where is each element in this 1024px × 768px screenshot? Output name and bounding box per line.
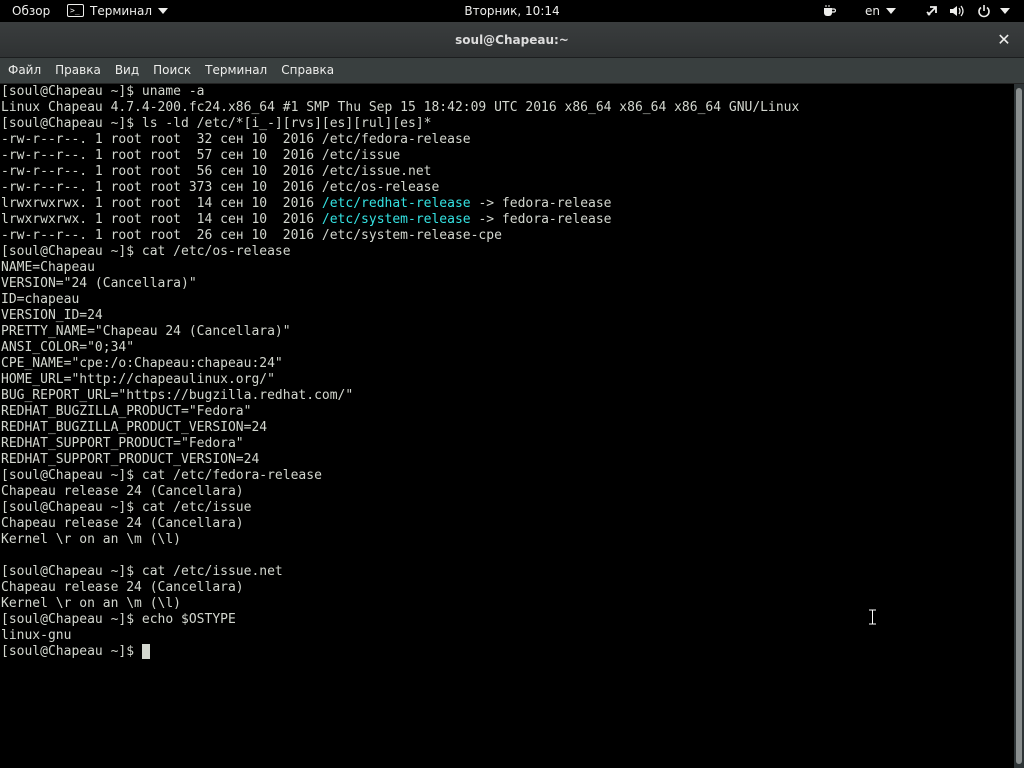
keyboard-layout-button[interactable]: en — [865, 0, 896, 22]
terminal-line: ANSI_COLOR="0;34" — [1, 340, 135, 355]
terminal-line: Chapeau release 24 (Cancellara) — [1, 580, 244, 595]
terminal-line: VERSION_ID=24 — [1, 308, 103, 323]
scrollbar-thumb[interactable] — [1016, 88, 1022, 764]
terminal-line: REDHAT_BUGZILLA_PRODUCT="Fedora" — [1, 404, 252, 419]
chevron-down-icon — [1000, 7, 1011, 14]
terminal-line: -rw-r--r--. 1 root root 26 сен 10 2016 /… — [1, 228, 502, 243]
menu-view[interactable]: Вид — [107, 58, 145, 83]
terminal-line: REDHAT_BUGZILLA_PRODUCT_VERSION=24 — [1, 420, 268, 435]
terminal-line: Chapeau release 24 (Cancellara) — [1, 516, 244, 531]
text-cursor — [141, 644, 150, 659]
power-icon — [977, 4, 990, 17]
terminal-text: -> fedora-release — [470, 196, 612, 211]
terminal-line: -rw-r--r--. 1 root root 32 сен 10 2016 /… — [1, 132, 471, 147]
terminal-line: Kernel \r on an \m (\l) — [1, 532, 182, 547]
terminal-line: [soul@Chapeau ~]$ echo $OSTYPE — [1, 612, 236, 627]
keyboard-layout-label: en — [865, 4, 880, 18]
clock[interactable]: Вторник, 10:14 — [464, 4, 559, 18]
terminal-prompt-line[interactable]: [soul@Chapeau ~]$ — [0, 644, 1014, 660]
terminal-line: lrwxrwxrwx. 1 root root 14 сен 10 2016 /… — [0, 196, 1014, 212]
terminal-line: NAME=Chapeau — [1, 260, 95, 275]
terminal-line: Kernel \r on an \m (\l) — [1, 596, 182, 611]
terminal-line: [soul@Chapeau ~]$ uname -a — [1, 84, 205, 99]
system-menu-button[interactable] — [925, 0, 1011, 22]
window-title: soul@Chapeau:~ — [455, 33, 569, 47]
terminal-line: [soul@Chapeau ~]$ cat /etc/fedora-releas… — [1, 468, 322, 483]
chevron-down-icon — [886, 7, 896, 14]
terminal-text: lrwxrwxrwx. 1 root root 14 сен 10 2016 — [1, 196, 322, 211]
terminal-prompt: [soul@Chapeau ~]$ — [1, 644, 142, 659]
terminal-line: -rw-r--r--. 1 root root 57 сен 10 2016 /… — [1, 148, 401, 163]
menu-edit[interactable]: Правка — [47, 58, 107, 83]
terminal-line: HOME_URL="http://chapeaulinux.org/" — [1, 372, 275, 387]
terminal-line: Chapeau release 24 (Cancellara) — [1, 484, 244, 499]
terminal-line: CPE_NAME="cpe:/o:Chapeau:chapeau:24" — [1, 356, 283, 371]
terminal-line: [soul@Chapeau ~]$ cat /etc/os-release — [1, 244, 291, 259]
top-bar: Обзор >_ Терминал Вторник, 10:14 en — [0, 0, 1024, 22]
terminal-output[interactable]: [soul@Chapeau ~]$ uname -a Linux Chapeau … — [0, 84, 1014, 768]
network-icon — [926, 5, 937, 16]
symlink-path: /etc/redhat-release — [321, 196, 471, 211]
terminal-line: [soul@Chapeau ~]$ cat /etc/issue.net — [1, 564, 283, 579]
terminal-line: [soul@Chapeau ~]$ ls -ld /etc/*[i_-][rvs… — [1, 116, 432, 131]
terminal-line: Linux Chapeau 4.7.4-200.fc24.x86_64 #1 S… — [1, 100, 800, 115]
volume-icon — [949, 5, 964, 16]
scrollbar[interactable] — [1014, 84, 1024, 768]
terminal-lines: [soul@Chapeau ~]$ uname -a Linux Chapeau … — [0, 84, 1014, 644]
terminal-line: linux-gnu — [1, 628, 72, 643]
terminal-line: [soul@Chapeau ~]$ cat /etc/issue — [1, 500, 252, 515]
terminal-line: ID=chapeau — [1, 292, 80, 307]
terminal-text: -> fedora-release — [470, 212, 612, 227]
close-icon[interactable]: ✕ — [994, 30, 1014, 50]
menu-bar: Файл Правка Вид Поиск Терминал Справка — [0, 58, 1024, 84]
terminal-line: BUG_REPORT_URL="https://bugzilla.redhat.… — [1, 388, 354, 403]
menu-file[interactable]: Файл — [0, 58, 47, 83]
terminal-line: -rw-r--r--. 1 root root 373 сен 10 2016 … — [1, 180, 440, 195]
terminal-line: VERSION="24 (Cancellara)" — [1, 276, 197, 291]
terminal-line: PRETTY_NAME="Chapeau 24 (Cancellara)" — [1, 324, 291, 339]
menu-help[interactable]: Справка — [273, 58, 340, 83]
menu-search[interactable]: Поиск — [145, 58, 197, 83]
symlink-path: /etc/system-release — [321, 212, 471, 227]
terminal-line: lrwxrwxrwx. 1 root root 14 сен 10 2016 /… — [0, 212, 1014, 228]
menu-terminal[interactable]: Терминал — [197, 58, 273, 83]
terminal-line: REDHAT_SUPPORT_PRODUCT_VERSION=24 — [1, 452, 260, 467]
ibeam-cursor-icon — [869, 609, 876, 625]
terminal-line: -rw-r--r--. 1 root root 56 сен 10 2016 /… — [1, 164, 432, 179]
coffee-cup-icon[interactable] — [822, 0, 837, 22]
terminal-text: lrwxrwxrwx. 1 root root 14 сен 10 2016 — [1, 212, 322, 227]
terminal-line: REDHAT_SUPPORT_PRODUCT="Fedora" — [1, 436, 244, 451]
window-titlebar[interactable]: soul@Chapeau:~ ✕ — [0, 22, 1024, 58]
